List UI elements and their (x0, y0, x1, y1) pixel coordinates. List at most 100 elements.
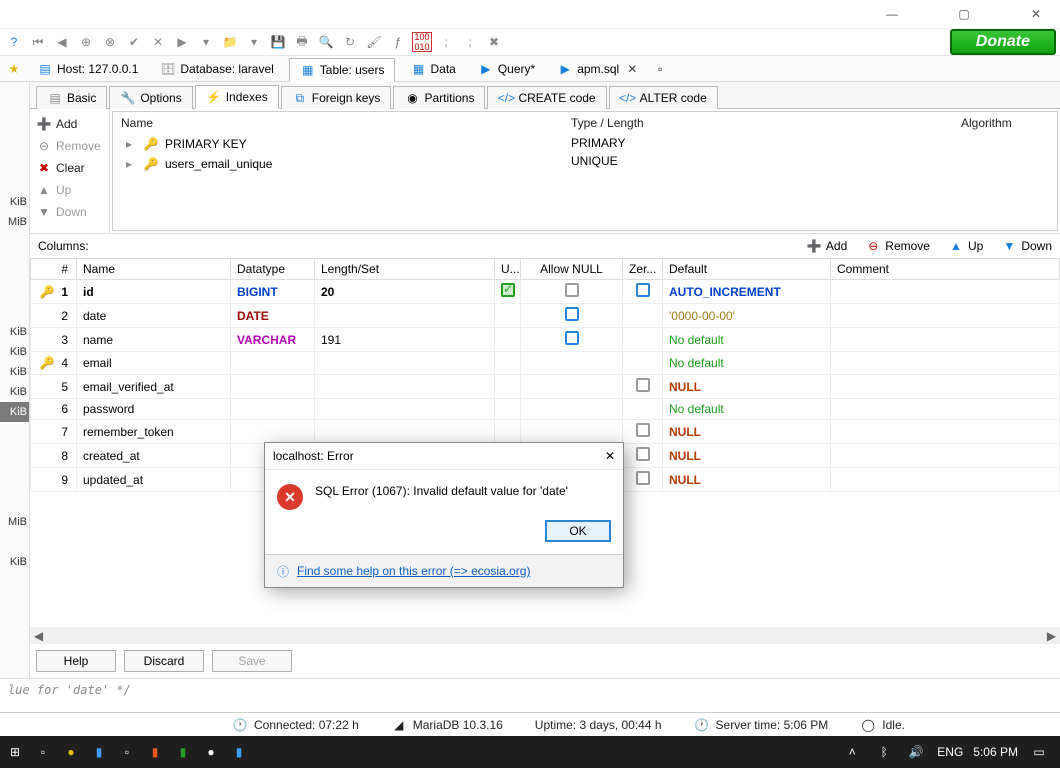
allownull-cell[interactable] (521, 304, 623, 328)
unsigned-cell[interactable] (495, 352, 521, 375)
index-add-button[interactable]: ➕Add (34, 113, 105, 135)
index-up-button[interactable]: ▲Up (34, 179, 105, 201)
print-icon[interactable]: 🖶 (292, 32, 312, 52)
task-icon[interactable]: ▫ (32, 741, 54, 763)
dialog-help-link[interactable]: Find some help on this error (=> ecosia.… (297, 564, 530, 578)
datatype-cell[interactable]: DATE (231, 304, 315, 328)
default-cell[interactable]: NULL (663, 375, 831, 399)
tab-basic[interactable]: ▤Basic (36, 86, 107, 109)
checkbox[interactable] (565, 283, 579, 297)
default-cell[interactable]: NULL (663, 444, 831, 468)
save-icon[interactable]: 💾 (268, 32, 288, 52)
default-cell[interactable]: AUTO_INCREMENT (663, 280, 831, 304)
dropdown2-icon[interactable]: ▾ (244, 32, 264, 52)
zerofill-cell[interactable] (623, 352, 663, 375)
index-down-button[interactable]: ▼Down (34, 201, 105, 223)
comment-cell[interactable] (831, 444, 1060, 468)
cancel-icon[interactable]: ✕ (148, 32, 168, 52)
tab-indexes[interactable]: ⚡Indexes (195, 85, 279, 109)
expand-icon[interactable]: ▸ (121, 156, 137, 172)
allownull-cell[interactable] (521, 280, 623, 304)
length-cell[interactable]: 191 (315, 328, 495, 352)
length-cell[interactable] (315, 420, 495, 444)
help-button[interactable]: Help (36, 650, 116, 672)
unsigned-cell[interactable] (495, 280, 521, 304)
allownull-cell[interactable] (521, 420, 623, 444)
allownull-cell[interactable] (521, 352, 623, 375)
allownull-cell[interactable] (521, 399, 623, 420)
checkbox[interactable] (636, 423, 650, 437)
comment-cell[interactable] (831, 420, 1060, 444)
tray-lang[interactable]: ENG (937, 745, 963, 759)
unsigned-cell[interactable] (495, 304, 521, 328)
comment-cell[interactable] (831, 328, 1060, 352)
window-minimize-button[interactable]: — (876, 4, 908, 24)
commit-icon[interactable]: ✔ (124, 32, 144, 52)
windows-taskbar[interactable]: ⊞ ▫ ● ▮ ▫ ▮ ▮ ● ▮ ˄ ᛒ 🔊 ENG 5:06 PM ▭ (0, 736, 1060, 768)
dialog-ok-button[interactable]: OK (545, 520, 611, 542)
checkbox[interactable] (636, 283, 650, 297)
column-name-cell[interactable]: password (77, 399, 231, 420)
checkbox[interactable] (565, 331, 579, 345)
checkbox[interactable] (565, 307, 579, 321)
datatype-cell[interactable] (231, 399, 315, 420)
index-row[interactable]: ▸🔑users_email_unique (121, 154, 555, 174)
col-hash[interactable]: # (31, 259, 77, 280)
allownull-cell[interactable] (521, 375, 623, 399)
dialog-close-icon[interactable]: ✕ (605, 449, 615, 463)
default-cell[interactable]: No default (663, 328, 831, 352)
index-remove-button[interactable]: ⊖Remove (34, 135, 105, 157)
systray[interactable]: ˄ ᛒ 🔊 ENG 5:06 PM ▭ (841, 741, 1056, 763)
datatype-cell[interactable] (231, 420, 315, 444)
column-name-cell[interactable]: email (77, 352, 231, 375)
column-name-cell[interactable]: id (77, 280, 231, 304)
brush-icon[interactable]: 🖌 (364, 32, 384, 52)
col-zero[interactable]: Zer... (623, 259, 663, 280)
zoom-icon[interactable]: 🔍 (316, 32, 336, 52)
refresh-icon[interactable]: ↻ (340, 32, 360, 52)
nav-first-icon[interactable]: ⏮ (28, 32, 48, 52)
tab-foreignkeys[interactable]: ⧉Foreign keys (281, 86, 392, 109)
scroll-left-icon[interactable]: ◀ (30, 627, 47, 644)
table-row[interactable]: 3nameVARCHAR191No default (31, 328, 1060, 352)
donate-button[interactable]: Donate (950, 29, 1056, 55)
start-icon[interactable]: ⊞ (4, 741, 26, 763)
length-cell[interactable]: 20 (315, 280, 495, 304)
tab-createcode[interactable]: </>CREATE code (487, 86, 606, 109)
tab-partitions[interactable]: ◉Partitions (393, 86, 485, 109)
checkbox[interactable] (501, 283, 515, 297)
expand-icon[interactable]: ▸ (121, 136, 137, 152)
task-icon[interactable]: ▮ (144, 741, 166, 763)
allownull-cell[interactable] (521, 328, 623, 352)
function-icon[interactable]: ƒ (388, 32, 408, 52)
datatype-cell[interactable] (231, 352, 315, 375)
horizontal-scrollbar[interactable]: ◀ ▶ (30, 627, 1060, 644)
zerofill-cell[interactable] (623, 375, 663, 399)
table-row[interactable]: 7remember_tokenNULL (31, 420, 1060, 444)
task-icon[interactable]: ● (60, 741, 82, 763)
host-tab[interactable]: ▤ Host: 127.0.0.1 (30, 58, 145, 80)
index-row[interactable]: ▸🔑PRIMARY KEY (121, 134, 555, 154)
sidebar-unit-selected[interactable]: KiB (0, 402, 29, 422)
folder-icon[interactable]: 📁 (220, 32, 240, 52)
col-remove-button[interactable]: ⊖Remove (865, 238, 930, 254)
close-tab-icon[interactable]: ✕ (623, 62, 637, 76)
default-cell[interactable]: No default (663, 399, 831, 420)
save-button[interactable]: Save (212, 650, 292, 672)
default-cell[interactable]: NULL (663, 468, 831, 492)
add-icon[interactable]: ⊕ (76, 32, 96, 52)
table-row[interactable]: 6passwordNo default (31, 399, 1060, 420)
help-icon[interactable]: ? (4, 32, 24, 52)
length-cell[interactable] (315, 304, 495, 328)
datatype-cell[interactable]: BIGINT (231, 280, 315, 304)
unsigned-cell[interactable] (495, 375, 521, 399)
dropdown-icon[interactable]: ▾ (196, 32, 216, 52)
unsigned-cell[interactable] (495, 420, 521, 444)
default-cell[interactable]: NULL (663, 420, 831, 444)
comment-cell[interactable] (831, 399, 1060, 420)
nav-prev-icon[interactable]: ◀ (52, 32, 72, 52)
comment-cell[interactable] (831, 375, 1060, 399)
comment-cell[interactable] (831, 468, 1060, 492)
task-icon[interactable]: ▮ (172, 741, 194, 763)
length-cell[interactable] (315, 375, 495, 399)
